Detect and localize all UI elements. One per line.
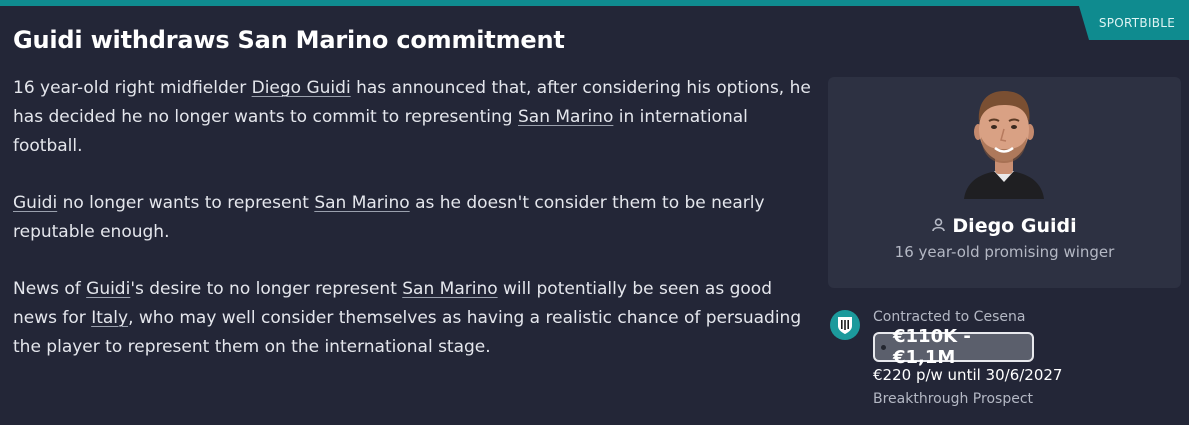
player-link[interactable]: Guidi: [13, 193, 57, 213]
article-text: 's desire to no longer represent: [130, 279, 403, 299]
player-card[interactable]: Diego Guidi 16 year-old promising winger: [828, 77, 1181, 288]
article-text: News of: [13, 279, 87, 299]
player-photo[interactable]: [962, 85, 1046, 199]
nation-link[interactable]: San Marino: [402, 279, 497, 299]
article-paragraph-3: News of Guidi's desire to no longer repr…: [13, 275, 818, 362]
transfer-value-text: €110K - €1,1M: [893, 326, 971, 368]
article-paragraph-2: Guidi no longer wants to represent San M…: [13, 189, 818, 247]
player-link[interactable]: Guidi: [86, 279, 130, 299]
contract-label: Contracted to Cesena: [873, 309, 1026, 325]
source-tag: SPORTBIBLE: [1079, 6, 1189, 40]
player-name-text: Diego Guidi: [952, 215, 1077, 237]
nation-link[interactable]: San Marino: [518, 107, 613, 127]
player-status: Breakthrough Prospect: [873, 391, 1034, 407]
contract-wage: €220 p/w until 30/6/2027: [873, 366, 1063, 384]
player-description: 16 year-old promising winger: [894, 243, 1115, 261]
nation-link[interactable]: San Marino: [314, 193, 409, 213]
person-icon: [932, 214, 946, 236]
player-name[interactable]: Diego Guidi: [828, 215, 1181, 238]
club-badge-icon[interactable]: [830, 310, 860, 340]
article-text: , who may well consider themselves as ha…: [13, 308, 802, 357]
news-headline: Guidi withdraws San Marino commitment: [13, 26, 565, 54]
player-link[interactable]: Diego Guidi: [252, 78, 351, 98]
article-paragraph-1: 16 year-old right midfielder Diego Guidi…: [13, 74, 818, 161]
nation-link-italy[interactable]: Italy: [91, 308, 128, 328]
value-dot-icon: [881, 344, 886, 350]
article-text: no longer wants to represent: [57, 193, 315, 213]
top-accent-bar: [0, 0, 1189, 6]
article-body: 16 year-old right midfielder Diego Guidi…: [13, 74, 818, 390]
transfer-value-badge[interactable]: €110K - €1,1M: [873, 326, 1034, 368]
transfer-value-inner: €110K - €1,1M: [875, 326, 1032, 368]
article-text: 16 year-old right midfielder: [13, 78, 252, 98]
